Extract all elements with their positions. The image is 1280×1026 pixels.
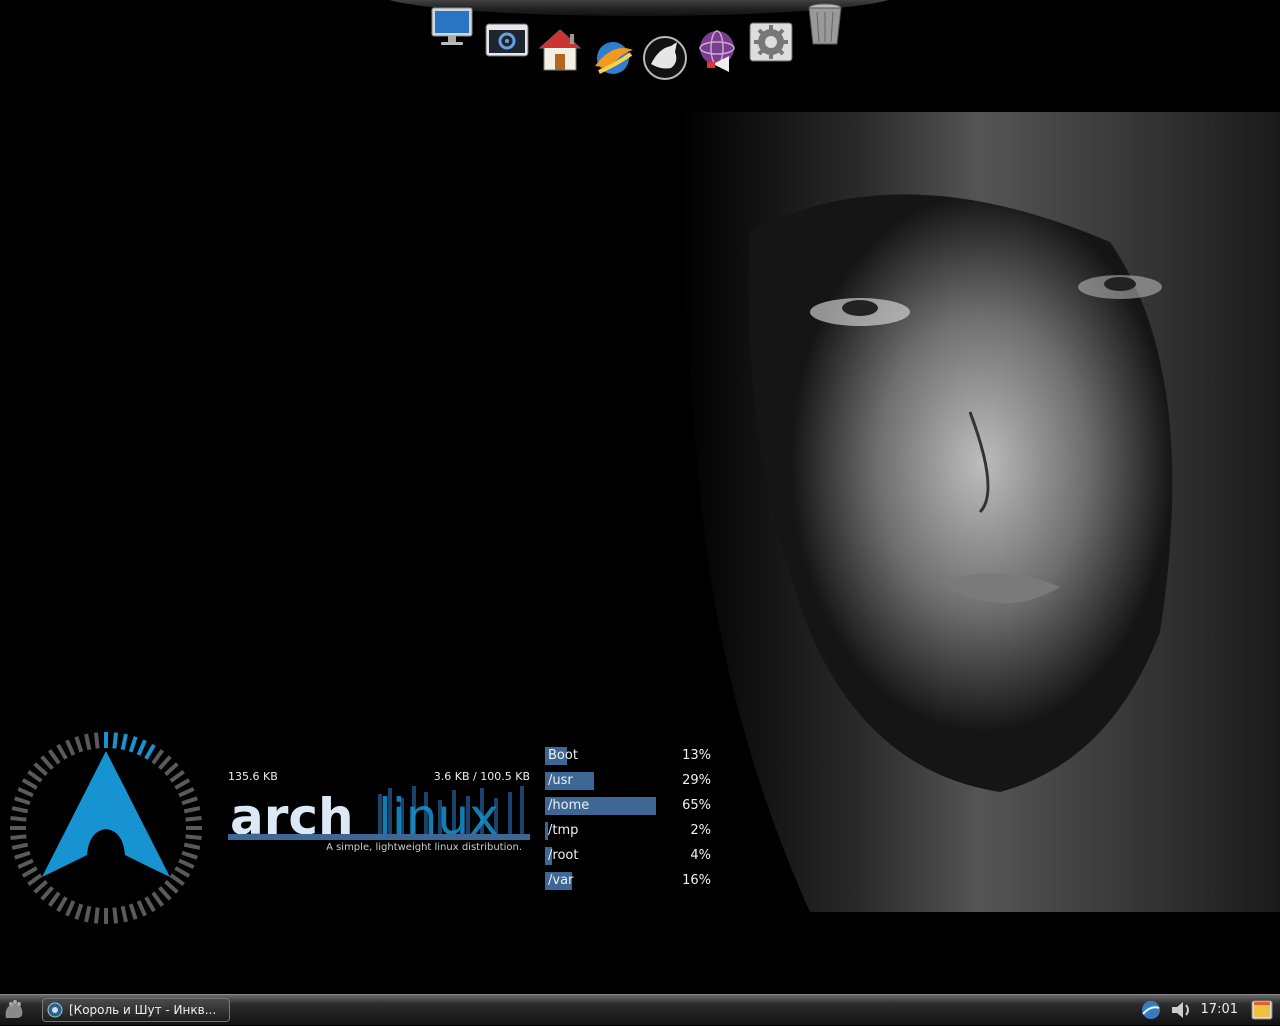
portrait-image [640,112,1280,912]
disk-row: /var 16% [545,870,715,890]
media-player-icon[interactable] [641,34,689,82]
messenger-icon[interactable] [693,28,741,76]
trash-icon[interactable] [801,0,849,48]
task-title: [Король и Шут - Инкв... [69,1003,217,1017]
network-rate: 135.6 KB [228,770,278,783]
browser-icon[interactable] [589,32,637,80]
clock-tick [185,815,202,822]
disk-percent: 4% [690,848,711,863]
panel-clock[interactable]: 17:01 [1201,1002,1238,1017]
disk-label: /root [548,848,579,863]
disk-label: /tmp [548,823,579,838]
linux-word: linux [378,788,499,840]
bottom-panel: [Король и Шут - Инкв... 17:01 [0,994,1280,1025]
show-desktop-icon[interactable] [1250,998,1274,1022]
arch-clock-widget [10,732,202,924]
network-totals: 3.6 KB / 100.5 KB [433,770,530,783]
disk-percent: 2% [690,823,711,838]
disk-percent: 29% [682,773,711,788]
clock-tick [112,907,119,924]
disk-row: /root 4% [545,845,715,865]
disk-label: /home [548,798,590,813]
taskbar-button[interactable]: [Король и Шут - Инкв... [42,998,230,1022]
disk-row: Boot 13% [545,745,715,765]
disk-label: /var [548,873,574,888]
arch-tagline: A simple, lightweight linux distribution… [326,842,522,853]
disk-row: /tmp 2% [545,820,715,840]
main-menu-icon[interactable] [2,998,26,1022]
clock-tick [93,907,100,924]
network-manager-icon[interactable] [1140,999,1162,1021]
disk-row: /usr 29% [545,770,715,790]
network-widget: 135.6 KB 3.6 KB / 100.5 KB arch linux A … [228,770,530,860]
volume-icon[interactable] [1170,999,1194,1021]
disk-percent: 13% [682,748,711,763]
monitor-icon[interactable] [428,2,476,50]
archlinux-logo: arch linux [228,784,530,840]
clock-tick [185,834,202,841]
disk-label: /usr [548,773,573,788]
disk-percent: 65% [682,798,711,813]
disk-row: /home 65% [545,795,715,815]
task-app-icon [47,1002,63,1018]
clock-tick [10,834,27,841]
clock-tick [93,732,100,749]
disk-label: Boot [548,748,578,763]
disk-percent: 16% [682,873,711,888]
clock-tick [10,815,27,822]
arch-word: arch [230,788,354,840]
system-settings-icon[interactable] [483,16,531,64]
home-folder-icon[interactable] [536,26,584,74]
preferences-icon[interactable] [747,18,795,66]
clock-tick [112,732,119,749]
